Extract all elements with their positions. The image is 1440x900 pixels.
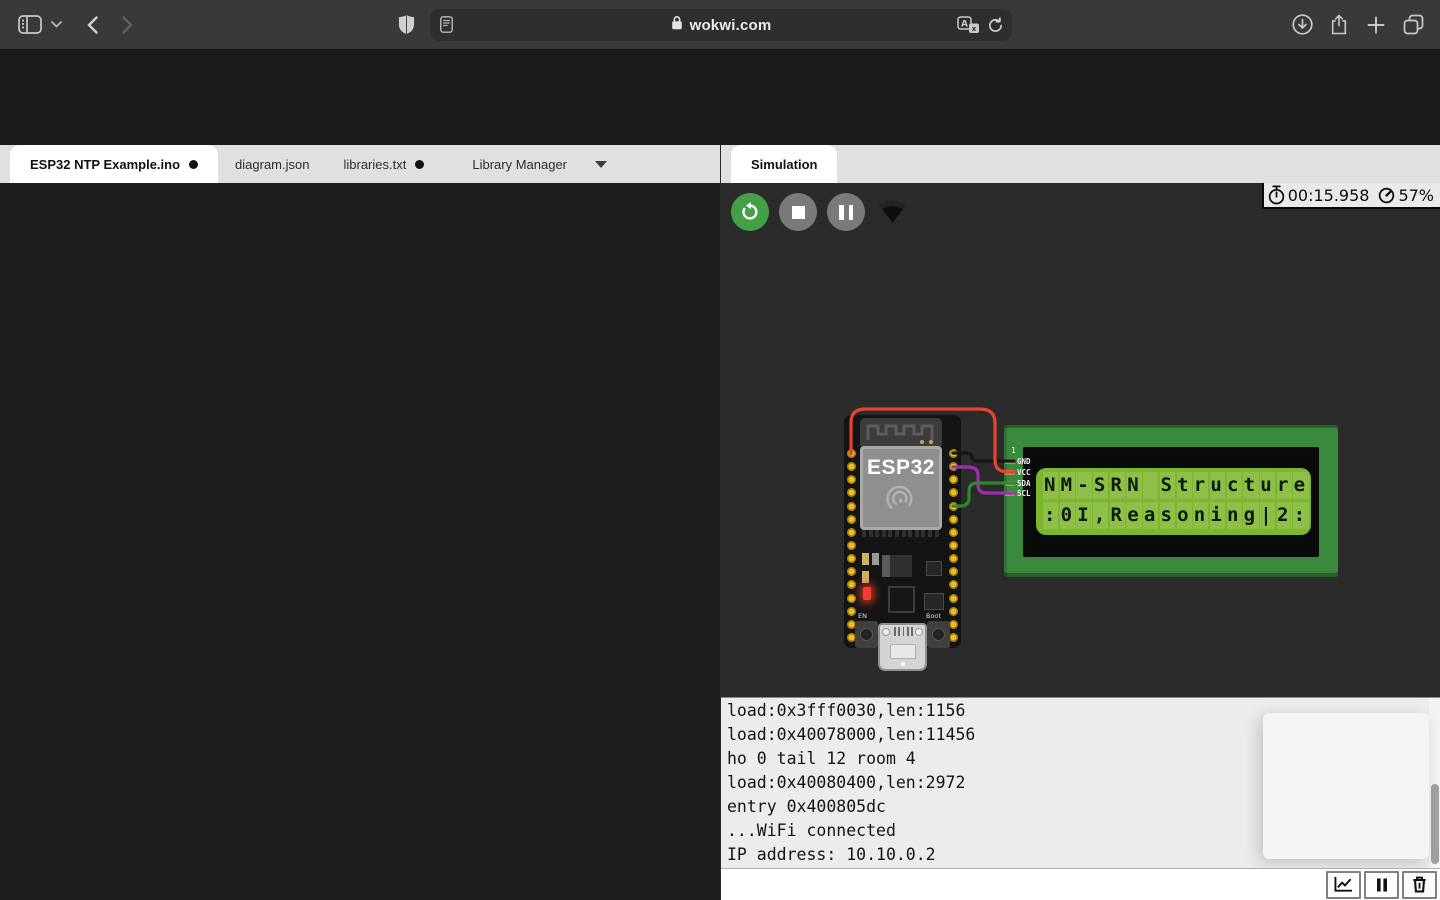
serial-monitor[interactable]: load:0x3fff0030,len:1156 load:0x40078000… bbox=[721, 697, 1440, 868]
library-manager-label: Library Manager bbox=[472, 157, 567, 172]
library-manager-button[interactable]: Library Manager bbox=[455, 145, 624, 183]
lcd-pin-sda[interactable]: SDA bbox=[1005, 479, 1031, 488]
voltage-regulator bbox=[882, 555, 912, 577]
castellated-pads bbox=[862, 530, 939, 537]
power-led bbox=[863, 587, 871, 600]
chevron-down-icon bbox=[595, 161, 607, 168]
translate-icon[interactable]: Ax bbox=[957, 16, 980, 39]
stopwatch-icon bbox=[1267, 185, 1286, 205]
smd-ic bbox=[924, 593, 944, 610]
url-text: wokwi.com bbox=[690, 17, 772, 34]
smd-component bbox=[872, 553, 879, 565]
restart-icon bbox=[739, 201, 761, 223]
svg-text:A: A bbox=[961, 20, 968, 30]
lock-icon bbox=[671, 15, 683, 35]
stop-icon bbox=[792, 206, 805, 219]
tab-overview-button[interactable] bbox=[1399, 11, 1427, 39]
esp32-devkit-board[interactable]: ESP32 EN Boot bbox=[844, 415, 961, 648]
downloads-button[interactable] bbox=[1288, 11, 1316, 39]
en-button-label: EN bbox=[858, 612, 867, 620]
unsaved-dot bbox=[415, 160, 424, 169]
simulation-tabbar: Simulation bbox=[721, 145, 1440, 183]
wokwi-page-header bbox=[0, 50, 1440, 145]
antenna-trace bbox=[860, 418, 942, 446]
simulation-stats-badge: 00:15.958 57% bbox=[1262, 183, 1440, 209]
lcd-pin-index: 1 bbox=[1011, 446, 1016, 455]
editor-pane: ESP32 NTP Example.ino diagram.json libra… bbox=[0, 145, 720, 900]
lcd-pin-scl[interactable]: SCL bbox=[1005, 489, 1031, 498]
usb-uart-chip bbox=[888, 586, 915, 613]
trash-icon bbox=[1410, 875, 1429, 894]
lcd-pin-vcc[interactable]: VCC bbox=[1005, 468, 1031, 477]
code-editor-area[interactable] bbox=[0, 183, 720, 900]
share-button[interactable] bbox=[1325, 11, 1353, 39]
tab-label: diagram.json bbox=[235, 157, 309, 172]
wifi-status-icon bbox=[877, 197, 908, 230]
cpu-gauge-icon bbox=[1377, 186, 1396, 205]
svg-text:x: x bbox=[972, 25, 977, 33]
lcd-line-1: NM-SRN Structure bbox=[1044, 472, 1311, 499]
espressif-logo bbox=[882, 482, 920, 520]
browser-toolbar: wokwi.com Ax bbox=[0, 0, 1440, 50]
smd-component bbox=[862, 571, 869, 583]
tab-label: Simulation bbox=[751, 157, 817, 172]
tab-diagram-json[interactable]: diagram.json bbox=[218, 145, 326, 183]
serial-toolbar bbox=[721, 868, 1440, 900]
tab-esp32-ntp-example[interactable]: ESP32 NTP Example.ino bbox=[10, 145, 218, 183]
sidebar-chevron-icon[interactable] bbox=[46, 11, 66, 39]
smd-ic bbox=[926, 561, 942, 576]
pause-icon bbox=[1374, 876, 1390, 894]
scrollbar-track[interactable] bbox=[1429, 698, 1440, 868]
plot-button[interactable] bbox=[1326, 871, 1361, 899]
clear-output-button[interactable] bbox=[1402, 871, 1437, 899]
pause-output-button[interactable] bbox=[1364, 871, 1399, 899]
unsaved-dot bbox=[189, 160, 198, 169]
forward-button[interactable] bbox=[113, 11, 141, 39]
pause-icon bbox=[839, 205, 853, 220]
lcd-screen: NM-SRN Structure :0I,Reasoning|2: bbox=[1036, 468, 1311, 535]
simulation-pane: Simulation 00:15.958 bbox=[720, 145, 1440, 900]
tab-simulation[interactable]: Simulation bbox=[731, 145, 837, 183]
usb-connector bbox=[878, 623, 927, 671]
en-button[interactable] bbox=[855, 621, 878, 648]
chart-icon bbox=[1333, 875, 1354, 894]
elapsed-time: 00:15.958 bbox=[1288, 186, 1370, 205]
lcd-pin-gnd[interactable]: GND bbox=[1005, 457, 1031, 466]
smd-component bbox=[862, 553, 869, 565]
tab-label: libraries.txt bbox=[343, 157, 406, 172]
lcd1602-display[interactable]: NM-SRN Structure :0I,Reasoning|2: 1 GND … bbox=[1004, 425, 1338, 577]
esp32-shield-can: ESP32 bbox=[860, 446, 942, 530]
simulation-canvas[interactable]: 00:15.958 57% ESP32 bbox=[721, 183, 1440, 697]
scrollbar-thumb[interactable] bbox=[1431, 784, 1439, 864]
cpu-load: 57% bbox=[1398, 186, 1434, 205]
file-tabbar: ESP32 NTP Example.ino diagram.json libra… bbox=[0, 145, 720, 183]
back-button[interactable] bbox=[78, 11, 106, 39]
safari-window: wokwi.com Ax ESP32 NTP Example. bbox=[0, 0, 1440, 900]
reader-icon[interactable] bbox=[440, 16, 453, 38]
blank-popup-panel bbox=[1263, 713, 1429, 859]
pin-header-right[interactable] bbox=[949, 449, 958, 642]
stop-simulation-button[interactable] bbox=[779, 193, 817, 231]
restart-simulation-button[interactable] bbox=[731, 193, 769, 231]
pause-simulation-button[interactable] bbox=[827, 193, 865, 231]
privacy-shield-icon[interactable] bbox=[392, 11, 420, 39]
boot-button-label: Boot bbox=[926, 612, 941, 620]
chip-label: ESP32 bbox=[867, 456, 935, 480]
esp32-module: ESP32 bbox=[860, 418, 942, 530]
pin-header-left[interactable] bbox=[847, 449, 856, 642]
new-tab-button[interactable] bbox=[1362, 11, 1390, 39]
reload-icon[interactable] bbox=[987, 16, 1004, 39]
boot-button[interactable] bbox=[927, 621, 950, 648]
tab-label: ESP32 NTP Example.ino bbox=[30, 157, 180, 172]
sidebar-toggle-button[interactable] bbox=[16, 11, 44, 39]
address-bar[interactable]: wokwi.com Ax bbox=[430, 9, 1012, 41]
lcd-line-2: :0I,Reasoning|2: bbox=[1044, 502, 1311, 529]
tab-libraries-txt[interactable]: libraries.txt bbox=[326, 145, 441, 183]
